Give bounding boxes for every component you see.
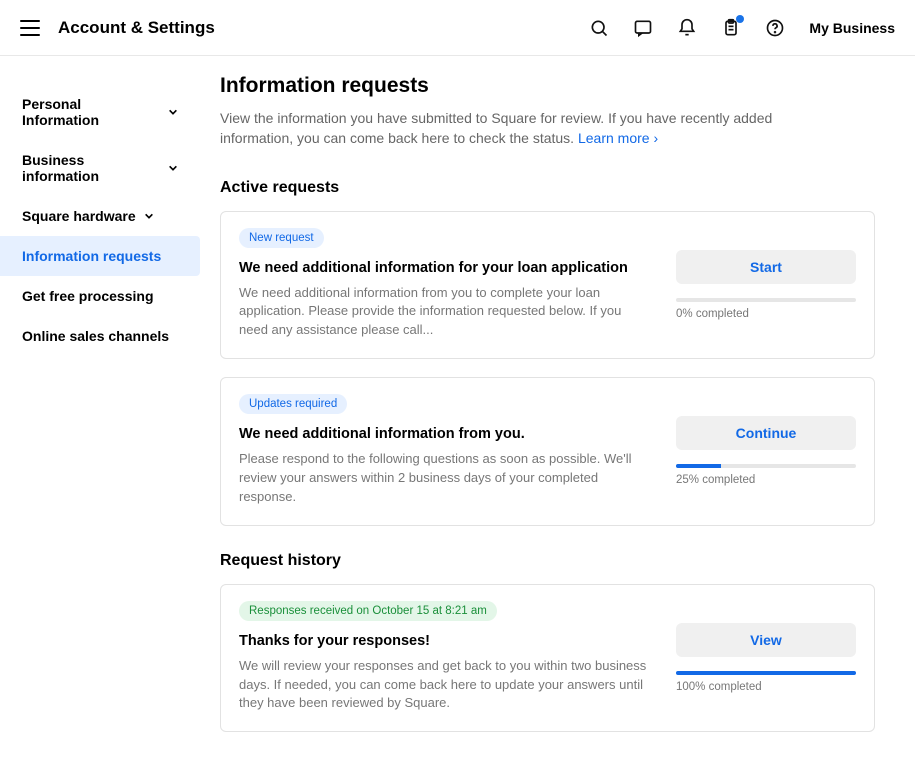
- card-body: We need additional information from you …: [239, 284, 652, 341]
- chat-icon[interactable]: [633, 18, 653, 38]
- progress-track: [676, 298, 856, 302]
- hamburger-menu-icon[interactable]: [20, 20, 40, 36]
- progress-text: 25% completed: [676, 474, 856, 486]
- sidebar-item-label: Online sales channels: [22, 328, 169, 344]
- active-requests-heading: Active requests: [220, 179, 875, 197]
- status-badge: Updates required: [239, 394, 347, 414]
- sidebar-item-label: Personal Information: [22, 96, 160, 128]
- sidebar-item-label: Square hardware: [22, 208, 136, 224]
- chevron-down-icon: [168, 104, 178, 120]
- card-title: Thanks for your responses!: [239, 633, 652, 649]
- card-right: Continue 25% completed: [676, 394, 856, 486]
- main-content: Information requests View the informatio…: [200, 74, 915, 780]
- page-description: View the information you have submitted …: [220, 108, 800, 149]
- page-title: Account & Settings: [58, 18, 215, 38]
- bell-icon[interactable]: [677, 18, 697, 38]
- request-card: Responses received on October 15 at 8:21…: [220, 584, 875, 733]
- continue-button[interactable]: Continue: [676, 416, 856, 450]
- notification-dot-icon: [736, 15, 744, 23]
- card-title: We need additional information for your …: [239, 260, 652, 276]
- chevron-down-icon: [144, 208, 154, 224]
- status-badge: New request: [239, 228, 324, 248]
- sidebar-item-information-requests[interactable]: Information requests: [0, 236, 200, 276]
- topbar-right: My Business: [589, 18, 895, 38]
- status-badge: Responses received on October 15 at 8:21…: [239, 601, 497, 621]
- sidebar-item-square-hardware[interactable]: Square hardware: [0, 196, 200, 236]
- progress-text: 0% completed: [676, 308, 856, 320]
- progress-text: 100% completed: [676, 681, 856, 693]
- heading: Information requests: [220, 74, 875, 98]
- view-button[interactable]: View: [676, 623, 856, 657]
- search-icon[interactable]: [589, 18, 609, 38]
- card-title: We need additional information from you.: [239, 426, 652, 442]
- request-card: Updates required We need additional info…: [220, 377, 875, 526]
- sidebar-item-label: Business information: [22, 152, 160, 184]
- learn-more-link[interactable]: Learn more: [578, 130, 658, 146]
- card-left: New request We need additional informati…: [239, 228, 652, 341]
- sidebar: Personal Information Business informatio…: [0, 74, 200, 780]
- sidebar-item-free-processing[interactable]: Get free processing: [0, 276, 200, 316]
- card-right: View 100% completed: [676, 601, 856, 693]
- start-button[interactable]: Start: [676, 250, 856, 284]
- business-name[interactable]: My Business: [809, 20, 895, 36]
- card-body: Please respond to the following question…: [239, 450, 652, 507]
- card-body: We will review your responses and get ba…: [239, 657, 652, 714]
- sidebar-item-business-info[interactable]: Business information: [0, 140, 200, 196]
- sidebar-item-label: Get free processing: [22, 288, 154, 304]
- chevron-down-icon: [168, 160, 178, 176]
- request-card: New request We need additional informati…: [220, 211, 875, 360]
- progress-bar: [676, 671, 856, 675]
- topbar: Account & Settings My Business: [0, 0, 915, 56]
- card-left: Responses received on October 15 at 8:21…: [239, 601, 652, 714]
- page-description-text: View the information you have submitted …: [220, 110, 772, 146]
- sidebar-item-label: Information requests: [22, 248, 161, 264]
- card-left: Updates required We need additional info…: [239, 394, 652, 507]
- sidebar-item-online-sales-channels[interactable]: Online sales channels: [0, 316, 200, 356]
- layout: Personal Information Business informatio…: [0, 56, 915, 780]
- progress-track: [676, 464, 856, 468]
- progress-bar: [676, 464, 721, 468]
- help-icon[interactable]: [765, 18, 785, 38]
- request-history-heading: Request history: [220, 552, 875, 570]
- topbar-left: Account & Settings: [20, 18, 215, 38]
- sidebar-item-personal-info[interactable]: Personal Information: [0, 84, 200, 140]
- clipboard-icon[interactable]: [721, 18, 741, 38]
- card-right: Start 0% completed: [676, 228, 856, 320]
- progress-track: [676, 671, 856, 675]
